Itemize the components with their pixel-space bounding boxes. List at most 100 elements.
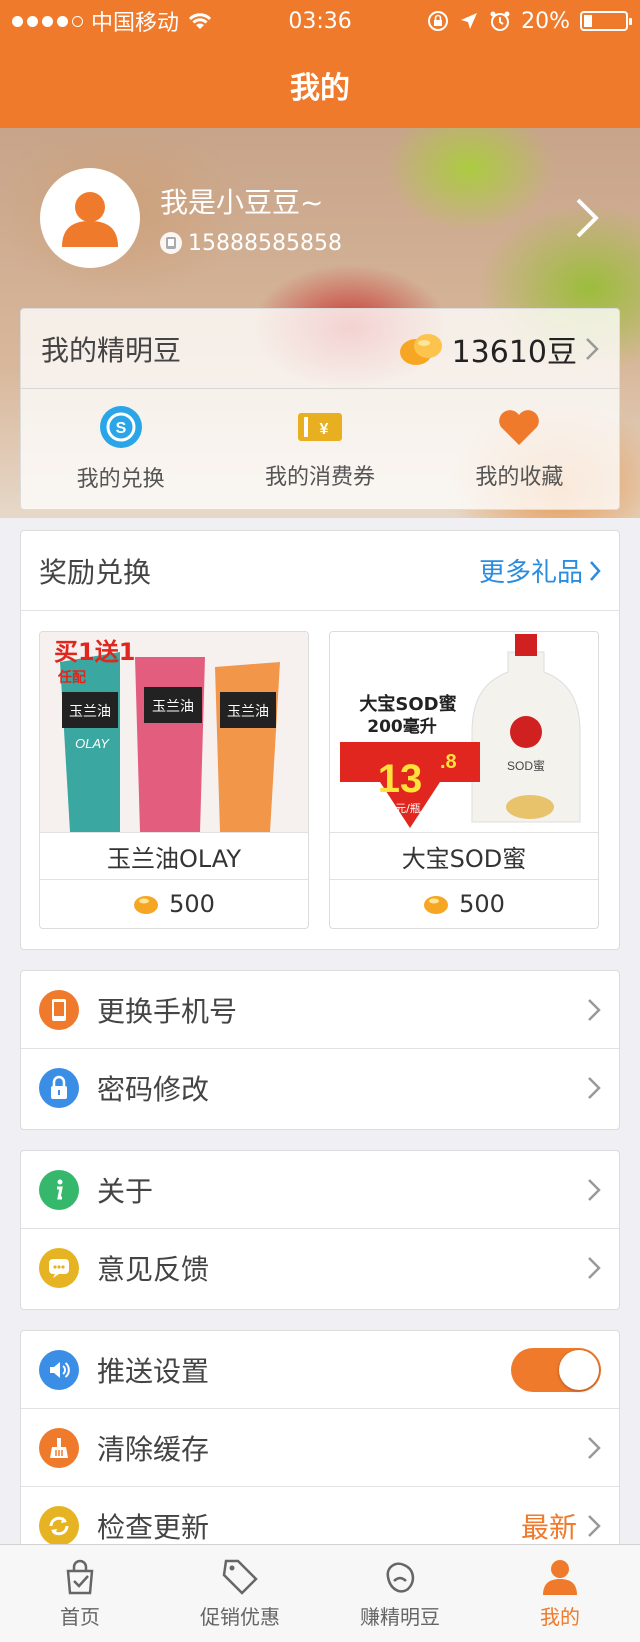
about-label: 关于 [97, 1174, 154, 1208]
tab-mine[interactable]: 我的 [480, 1545, 640, 1642]
gift-image-olay: 玉兰油 玉兰油 玉兰油 OLAY 买1送1 任配 [40, 632, 308, 832]
more-gifts-link[interactable]: 更多礼品 [479, 552, 601, 589]
tab-promotions-label: 促销优惠 [200, 1605, 280, 1629]
change-password-row[interactable]: 密码修改 [21, 1049, 619, 1127]
about-row[interactable]: 关于 [21, 1151, 619, 1229]
signal-icon [12, 15, 83, 27]
tab-home[interactable]: 首页 [0, 1545, 160, 1642]
user-phone: 15888585858 [188, 230, 342, 256]
status-time: 03:36 [288, 8, 352, 34]
clear-cache-label: 清除缓存 [97, 1432, 210, 1466]
bean-coin-icon [399, 333, 442, 365]
tab-promotions[interactable]: 促销优惠 [160, 1545, 320, 1642]
broom-icon [39, 1427, 79, 1468]
price-unit: 元/瓶 [395, 801, 421, 815]
exchange-icon: S [99, 406, 142, 448]
promo-text: 买1送1 [54, 638, 135, 666]
svg-text:¥: ¥ [320, 421, 329, 438]
brand-label: OLAY [75, 736, 110, 751]
bean-icon [134, 896, 159, 914]
phone-small-icon [160, 232, 182, 254]
gift-card-olay[interactable]: 玉兰油 玉兰油 玉兰油 OLAY 买1送1 任配 玉兰油OLAY 500 [39, 631, 309, 929]
chevron-right-icon [588, 1178, 601, 1201]
location-icon [461, 13, 478, 29]
rewards-card: 奖励兑换 更多礼品 玉兰油 玉兰油 玉兰油 OLAY 买1送1 任配 玉兰油OL… [20, 530, 620, 950]
speaker-icon [39, 1349, 79, 1390]
push-settings-label: 推送设置 [97, 1354, 210, 1388]
update-status: 最新 [520, 1511, 577, 1544]
price-tag-small: .8 [440, 751, 457, 773]
my-coupons-button[interactable]: ¥ 我的消费券 [220, 389, 419, 509]
promo-subtext: 任配 [57, 669, 86, 686]
my-favorites-label: 我的收藏 [475, 465, 564, 490]
clear-cache-row[interactable]: 清除缓存 [21, 1409, 619, 1487]
battery-icon [579, 11, 632, 31]
settings-group-about: 关于 意见反馈 [20, 1150, 620, 1310]
chevron-right-icon [588, 1077, 601, 1099]
product-label-1: 玉兰油 [69, 704, 111, 720]
my-coupons-label: 我的消费券 [264, 465, 375, 490]
tab-bar: 首页 促销优惠 赚精明豆 我的 [0, 1544, 640, 1642]
gift-price: 500 [459, 890, 505, 918]
chevron-right-icon [576, 198, 599, 238]
promo-text: 大宝SOD蜜 [359, 693, 456, 715]
home-bag-icon [66, 1559, 94, 1595]
bean-icon [386, 1562, 415, 1593]
gift-name: 玉兰油OLAY [40, 832, 308, 880]
gift-name: 大宝SOD蜜 [330, 832, 598, 880]
change-phone-row[interactable]: 更换手机号 [21, 971, 619, 1049]
chevron-right-icon [588, 1515, 601, 1537]
gift-image-dabao: SOD蜜 大宝SOD蜜 200毫升 13 .8 元/瓶 [330, 632, 598, 832]
profile-header[interactable]: 我是小豆豆~ 15888585858 [40, 168, 600, 268]
feedback-row[interactable]: 意见反馈 [21, 1229, 619, 1307]
carrier-label: 中国移动 [91, 11, 180, 36]
rewards-title: 奖励兑换 [39, 555, 152, 589]
chevron-right-icon [588, 998, 601, 1021]
alarm-icon [490, 11, 510, 31]
my-exchange-label: 我的兑换 [76, 467, 165, 492]
change-phone-label: 更换手机号 [97, 994, 238, 1028]
my-favorites-button[interactable]: 我的收藏 [420, 389, 619, 509]
gift-card-dabao[interactable]: SOD蜜 大宝SOD蜜 200毫升 13 .8 元/瓶 大宝SOD蜜 500 [329, 631, 599, 929]
chevron-right-icon [588, 1257, 601, 1279]
user-icon [543, 1560, 577, 1595]
beans-label: 我的精明豆 [41, 333, 182, 367]
tab-earn-beans-label: 赚精明豆 [360, 1605, 440, 1629]
svg-text:S: S [115, 420, 126, 437]
product-label-3: 玉兰油 [227, 704, 269, 720]
beans-card: 我的精明豆 13610豆 S 我的兑换 ¥ 我的消费券 我的收藏 [20, 308, 620, 510]
feedback-icon [39, 1248, 79, 1288]
more-gifts-label: 更多礼品 [478, 558, 583, 588]
my-exchange-button[interactable]: S 我的兑换 [21, 389, 220, 509]
settings-group-app: 推送设置 清除缓存 检查更新 最新 [20, 1330, 620, 1570]
promo-subtext: 200毫升 [367, 716, 437, 737]
beans-amount: 13610豆 [451, 334, 577, 370]
chevron-right-icon [590, 560, 601, 581]
battery-percent: 20% [521, 8, 570, 34]
tag-icon [222, 1559, 258, 1595]
push-toggle[interactable] [511, 1347, 601, 1392]
phone-icon [39, 989, 79, 1030]
bean-icon [424, 896, 449, 914]
heart-icon [499, 410, 540, 445]
check-update-label: 检查更新 [97, 1511, 210, 1544]
coupon-icon: ¥ [297, 413, 342, 441]
info-icon [39, 1169, 79, 1210]
refresh-icon [39, 1506, 79, 1546]
tab-earn-beans[interactable]: 赚精明豆 [320, 1545, 480, 1642]
gift-price: 500 [169, 890, 215, 918]
user-avatar-icon [62, 192, 118, 247]
settings-group-account: 更换手机号 密码修改 [20, 970, 620, 1130]
page-title: 我的 [290, 71, 350, 106]
tab-mine-label: 我的 [540, 1605, 580, 1629]
change-password-label: 密码修改 [97, 1073, 210, 1106]
price-tag: 13 [378, 757, 423, 801]
product-label-2: 玉兰油 [152, 699, 194, 715]
lock-icon [39, 1068, 79, 1108]
beans-row[interactable]: 我的精明豆 13610豆 [21, 309, 619, 389]
status-bar: 中国移动 03:36 20% [0, 0, 640, 42]
top-bar: 中国移动 03:36 20% 我的 [0, 0, 640, 128]
toggle-knob [559, 1349, 599, 1390]
avatar[interactable] [40, 168, 140, 268]
feedback-label: 意见反馈 [97, 1253, 210, 1286]
